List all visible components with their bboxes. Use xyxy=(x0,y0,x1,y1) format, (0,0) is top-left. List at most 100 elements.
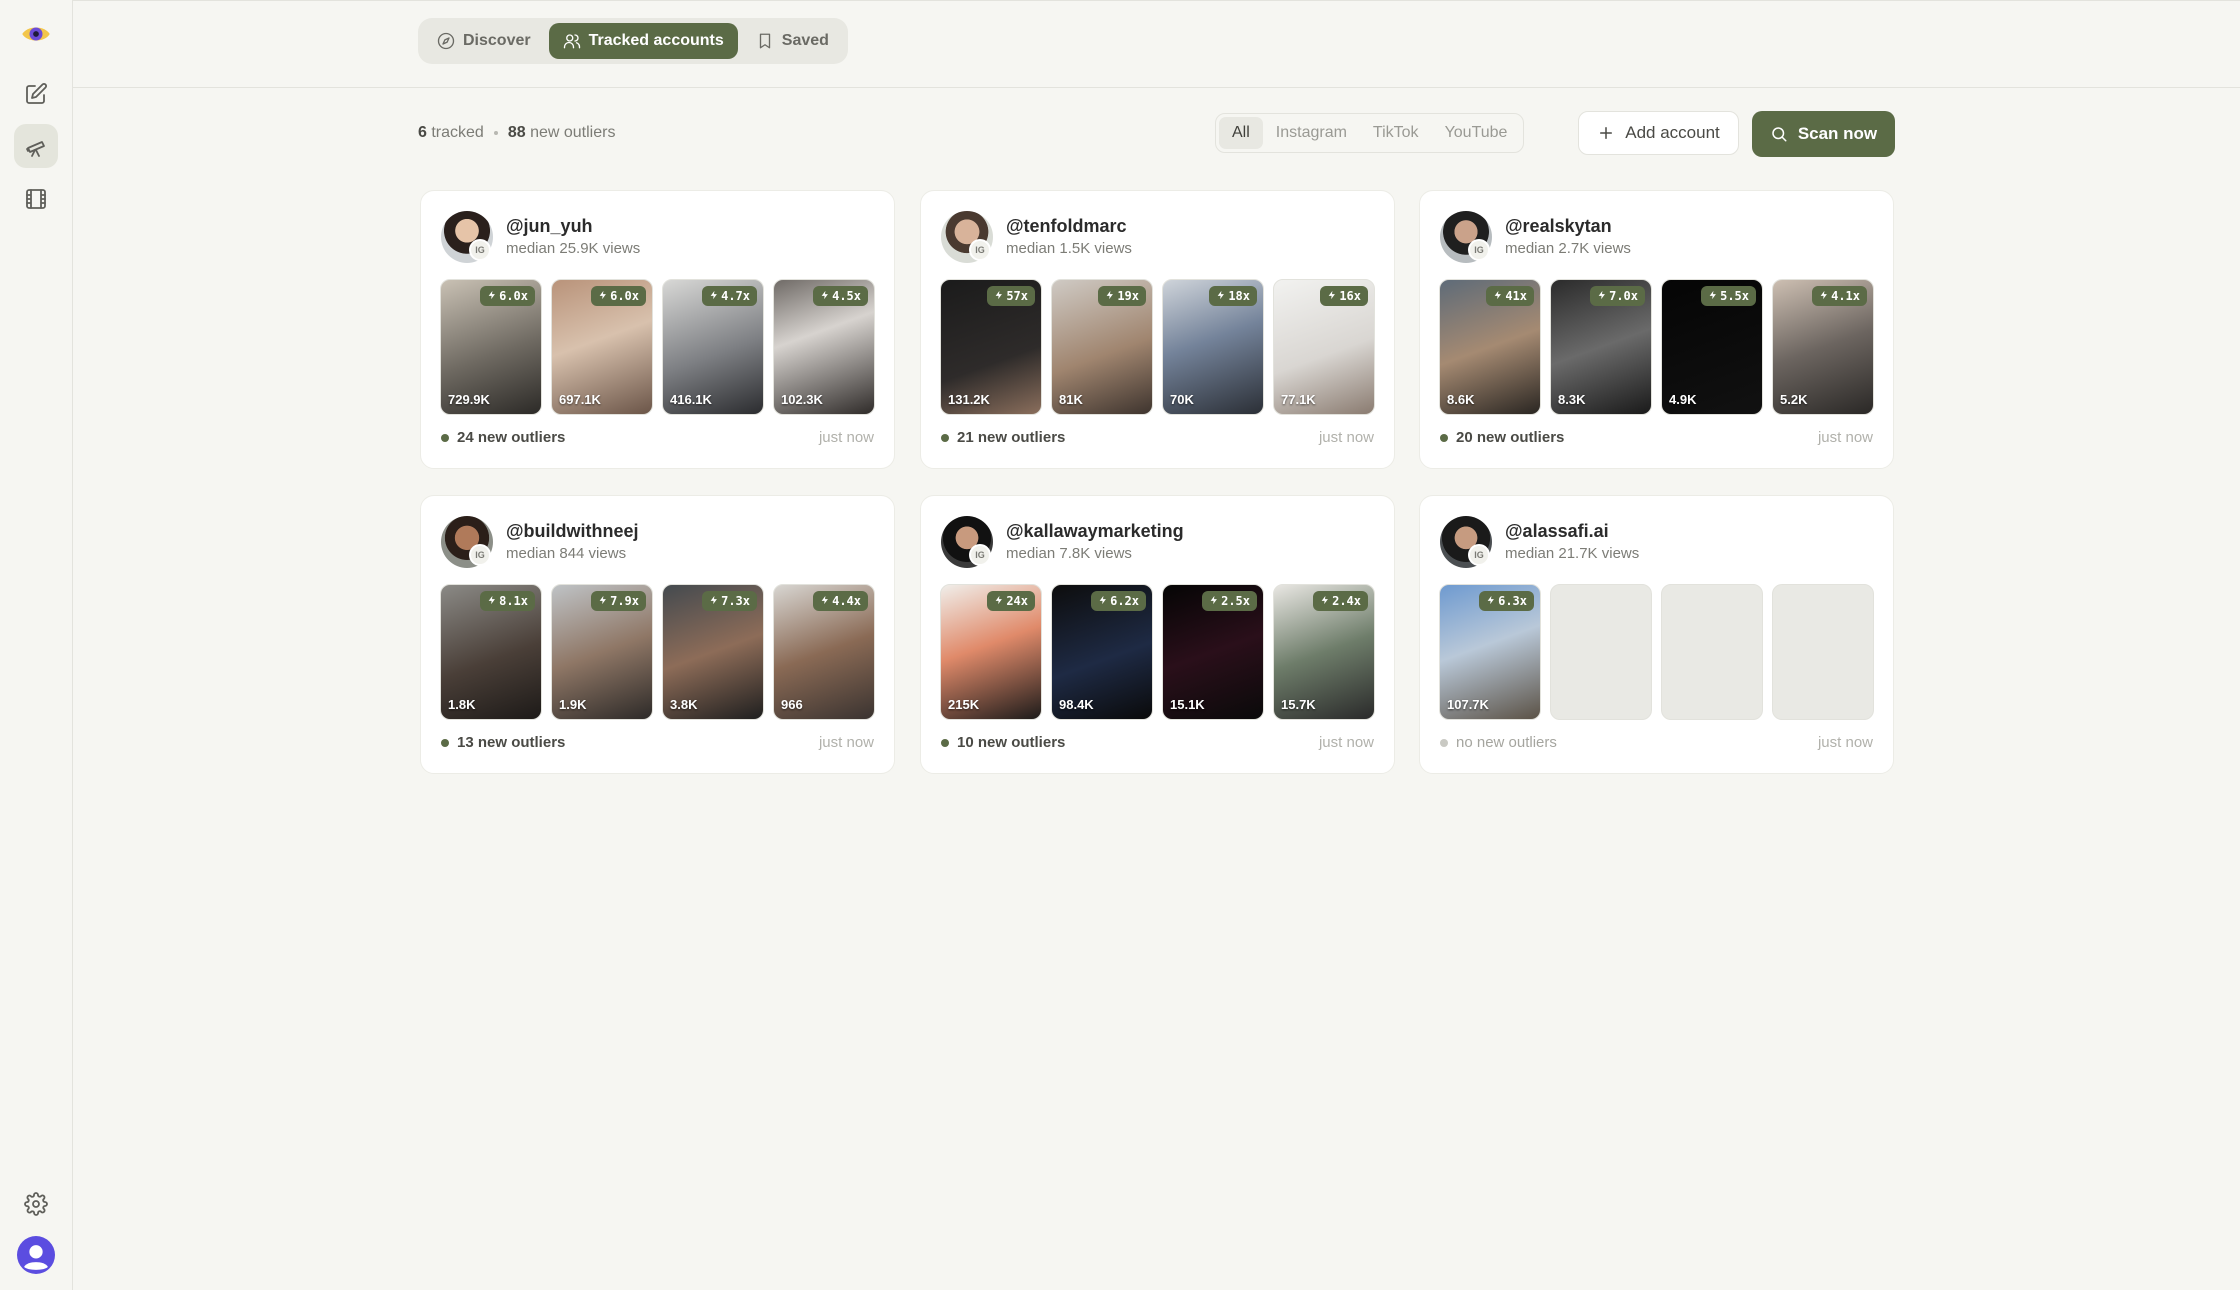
outlier-thumbnails: 57x 131.2K 19x 81K 18x 70K 16x 77.1K xyxy=(940,279,1375,415)
sidebar xyxy=(0,0,73,1290)
outlier-thumbnail[interactable]: 18x 70K xyxy=(1162,279,1264,415)
account-handle[interactable]: @alassafi.ai xyxy=(1505,521,1609,542)
account-handle[interactable]: @realskytan xyxy=(1505,216,1612,237)
instagram-badge: IG xyxy=(1468,544,1490,566)
outlier-thumbnail[interactable]: 6.0x 697.1K xyxy=(551,279,653,415)
multiplier-badge: 6.0x xyxy=(591,286,646,306)
outlier-thumbnail[interactable]: 7.9x 1.9K xyxy=(551,584,653,720)
multiplier-badge: 5.5x xyxy=(1701,286,1756,306)
add-account-label: Add account xyxy=(1625,123,1720,142)
multiplier-value: 16x xyxy=(1339,289,1361,303)
new-outliers-status: 13 new outliers xyxy=(441,734,565,751)
outlier-thumbnail[interactable]: 4.4x 966 xyxy=(773,584,875,720)
filter-tiktok[interactable]: TikTok xyxy=(1360,117,1432,149)
edit-icon[interactable] xyxy=(14,72,58,116)
account-card[interactable]: IG @jun_yuh median 25.9K views 6.0x 729.9K 6.… xyxy=(420,190,895,469)
multiplier-value: 2.4x xyxy=(1332,594,1361,608)
view-count: 8.3K xyxy=(1558,392,1586,407)
account-card[interactable]: IG @realskytan median 2.7K views 41x 8.6K 7.0… xyxy=(1419,190,1894,469)
last-updated: just now xyxy=(1817,734,1873,751)
telescope-icon[interactable] xyxy=(14,124,58,168)
tab-saved[interactable]: Saved xyxy=(742,23,843,59)
median-views: median 7.8K views xyxy=(1006,545,1132,562)
new-outliers-status: 24 new outliers xyxy=(441,429,565,446)
outlier-thumbnail[interactable]: 6.2x 98.4K xyxy=(1051,584,1153,720)
median-views: median 844 views xyxy=(506,545,627,562)
outlier-thumbnail[interactable]: 24x 215K xyxy=(940,584,1042,720)
search-icon xyxy=(1772,127,1787,142)
bolt-icon xyxy=(598,594,608,608)
bolt-icon xyxy=(1320,594,1330,608)
instagram-badge: IG xyxy=(469,544,491,566)
instagram-badge: IG xyxy=(969,544,991,566)
account-card[interactable]: IG @buildwithneej median 844 views 8.1x 1.8K… xyxy=(420,495,895,774)
eye-logo-icon[interactable] xyxy=(14,12,58,56)
bolt-icon xyxy=(487,289,497,303)
account-handle[interactable]: @buildwithneej xyxy=(506,521,639,542)
outlier-thumbnail[interactable]: 6.3x 107.7K xyxy=(1439,584,1541,720)
card-footer: 13 new outliers just now xyxy=(441,734,874,751)
account-handle[interactable]: @jun_yuh xyxy=(506,216,593,237)
instagram-badge: IG xyxy=(469,239,491,261)
avatar-icon[interactable] xyxy=(14,1233,58,1277)
empty-thumbnail-placeholder xyxy=(1550,584,1652,720)
card-footer: 10 new outliers just now xyxy=(941,734,1374,751)
outlier-thumbnail[interactable]: 5.5x 4.9K xyxy=(1661,279,1763,415)
gear-icon[interactable] xyxy=(14,1182,58,1226)
outlier-thumbnail[interactable]: 4.1x 5.2K xyxy=(1772,279,1874,415)
compass-icon xyxy=(437,32,455,50)
outlier-thumbnail[interactable]: 8.1x 1.8K xyxy=(440,584,542,720)
outlier-thumbnail[interactable]: 7.0x 8.3K xyxy=(1550,279,1652,415)
multiplier-badge: 2.4x xyxy=(1313,591,1368,611)
account-card[interactable]: IG @alassafi.ai median 21.7K views 6.3x 107.… xyxy=(1419,495,1894,774)
tab-tracked-accounts[interactable]: Tracked accounts xyxy=(548,23,738,59)
outlier-thumbnail[interactable]: 16x 77.1K xyxy=(1273,279,1375,415)
multiplier-badge: 7.9x xyxy=(591,591,646,611)
multiplier-badge: 18x xyxy=(1209,286,1257,306)
filter-all[interactable]: All xyxy=(1219,117,1263,149)
outlier-thumbnail[interactable]: 6.0x 729.9K xyxy=(440,279,542,415)
account-handle[interactable]: @tenfoldmarc xyxy=(1006,216,1127,237)
card-footer: no new outliers just now xyxy=(1440,734,1873,751)
outlier-thumbnail[interactable]: 57x 131.2K xyxy=(940,279,1042,415)
account-card[interactable]: IG @kallawaymarketing median 7.8K views 24x… xyxy=(920,495,1395,774)
film-icon[interactable] xyxy=(14,177,58,221)
multiplier-badge: 4.4x xyxy=(813,591,868,611)
new-outliers-status: 10 new outliers xyxy=(941,734,1065,751)
outlier-thumbnail[interactable]: 2.5x 15.1K xyxy=(1162,584,1264,720)
empty-thumbnail-placeholder xyxy=(1661,584,1763,720)
outlier-thumbnail[interactable]: 19x 81K xyxy=(1051,279,1153,415)
bolt-icon xyxy=(598,289,608,303)
tab-discover[interactable]: Discover xyxy=(423,23,545,59)
outlier-thumbnail[interactable]: 4.5x 102.3K xyxy=(773,279,875,415)
card-footer: 24 new outliers just now xyxy=(441,429,874,446)
account-card[interactable]: IG @tenfoldmarc median 1.5K views 57x 131.2K… xyxy=(920,190,1395,469)
outlier-thumbnails: 6.3x 107.7K xyxy=(1439,584,1874,720)
multiplier-badge: 41x xyxy=(1486,286,1534,306)
new-outliers-label: no new outliers xyxy=(1456,734,1557,751)
multiplier-value: 41x xyxy=(1505,289,1527,303)
multiplier-badge: 24x xyxy=(987,591,1035,611)
filter-youtube[interactable]: YouTube xyxy=(1432,117,1521,149)
outliers-label: new outliers xyxy=(530,124,616,141)
new-outliers-status: 20 new outliers xyxy=(1440,429,1564,446)
median-views: median 1.5K views xyxy=(1006,240,1132,257)
outlier-thumbnail[interactable]: 2.4x 15.7K xyxy=(1273,584,1375,720)
empty-thumbnail-placeholder xyxy=(1772,584,1874,720)
outlier-thumbnail[interactable]: 41x 8.6K xyxy=(1439,279,1541,415)
view-count: 70K xyxy=(1170,392,1194,407)
outlier-thumbnails: 24x 215K 6.2x 98.4K 2.5x 15.1K 2.4x 15.7K xyxy=(940,584,1375,720)
view-count: 15.7K xyxy=(1281,697,1316,712)
scan-now-button[interactable]: Scan now xyxy=(1752,111,1895,157)
filter-instagram[interactable]: Instagram xyxy=(1263,117,1360,149)
add-account-button[interactable]: Add account xyxy=(1578,111,1739,155)
multiplier-badge: 6.3x xyxy=(1479,591,1534,611)
outlier-thumbnail[interactable]: 4.7x 416.1K xyxy=(662,279,764,415)
outlier-thumbnail[interactable]: 7.3x 3.8K xyxy=(662,584,764,720)
new-outliers-status: 21 new outliers xyxy=(941,429,1065,446)
multiplier-badge: 2.5x xyxy=(1202,591,1257,611)
account-handle[interactable]: @kallawaymarketing xyxy=(1006,521,1184,542)
multiplier-badge: 6.2x xyxy=(1091,591,1146,611)
median-views: median 21.7K views xyxy=(1505,545,1640,562)
bolt-icon xyxy=(709,289,719,303)
